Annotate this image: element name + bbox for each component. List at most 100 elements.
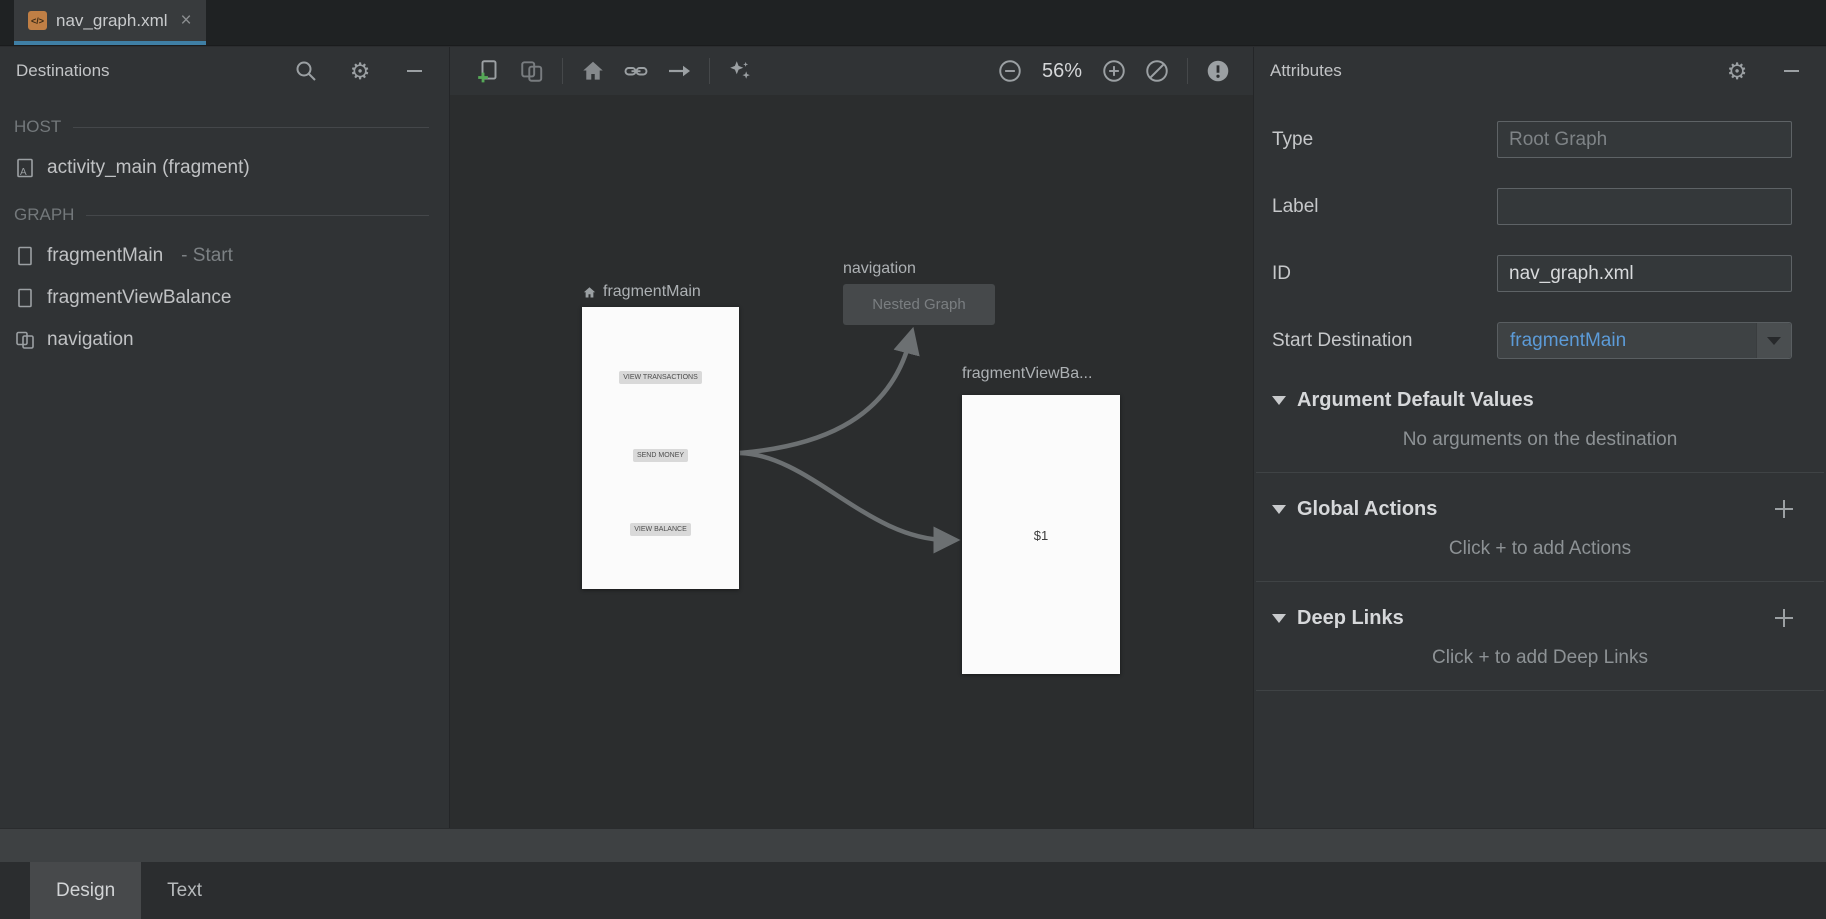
section-separator [1256,690,1824,691]
preview-button: VIEW TRANSACTIONS [619,371,702,384]
preview-button: VIEW BALANCE [630,523,691,536]
attributes-panel: Attributes ⚙ Type Label [1253,47,1826,828]
deep-links-hint: Click + to add Deep Links [1254,647,1826,669]
toolbar-separator [709,58,710,84]
zoom-to-fit-button[interactable] [1144,58,1170,84]
dest-item-navigation[interactable]: navigation [0,319,449,361]
auto-arrange-button[interactable] [727,58,753,84]
navigation-label[interactable]: navigation [843,260,916,278]
graph-section-header: GRAPH [0,195,449,235]
action-arrow-icon [666,58,692,84]
search-button[interactable] [293,58,319,84]
section-title: Argument Default Values [1297,389,1534,412]
section-rule [86,215,429,216]
tab-design[interactable]: Design [30,862,141,919]
section-global-actions[interactable]: Global Actions [1254,497,1826,521]
destinations-settings-button[interactable]: ⚙ [347,58,373,84]
id-input[interactable] [1497,255,1792,292]
destinations-panel: Destinations ⚙ HOST [0,47,450,828]
design-canvas-column: 56% [450,47,1253,828]
section-argument-defaults[interactable]: Argument Default Values [1254,389,1826,412]
minimize-icon [1784,70,1799,72]
dest-item-label: fragmentMain [47,245,163,267]
global-actions-hint: Click + to add Actions [1254,538,1826,560]
gear-icon: ⚙ [350,60,371,83]
dest-item-fragment-main[interactable]: fragmentMain - Start [0,235,449,277]
chevron-down-icon [1767,337,1781,345]
fragment-view-balance-node[interactable]: $1 [962,395,1120,674]
editor-tab-bar: </> nav_graph.xml × [0,0,1826,46]
nav-graph-surface[interactable]: fragmentMain VIEW TRANSACTIONS SEND MONE… [450,95,1253,828]
toolbar-separator [1187,58,1188,84]
editor-tab-nav-graph[interactable]: </> nav_graph.xml × [14,0,206,45]
dest-item-label: fragmentViewBalance [47,287,231,309]
svg-text:A: A [20,167,27,178]
dest-item-label: navigation [47,329,134,351]
hide-panel-button[interactable] [401,58,427,84]
main-area: Destinations ⚙ HOST [0,47,1826,828]
section-separator [1256,472,1824,473]
type-input[interactable] [1497,121,1792,158]
add-deep-link-button[interactable] [1772,606,1796,630]
start-destination-dropdown[interactable]: fragmentMain [1497,322,1792,359]
add-action-button[interactable] [1772,497,1796,521]
nested-graph-icon [519,58,545,84]
add-destination-button[interactable] [476,58,502,84]
nested-graph-node-label: Nested Graph [872,296,965,313]
xml-file-icon: </> [28,11,47,30]
zoom-out-button[interactable] [997,58,1023,84]
fragment-view-balance-title: fragmentViewBa... [962,365,1092,383]
host-section-header: HOST [0,107,449,147]
expander-icon [1272,614,1286,623]
dest-item-activity-main[interactable]: A activity_main (fragment) [0,147,449,189]
fragment-main-label[interactable]: fragmentMain [582,283,701,301]
attributes-content: Type Label ID Start Destination fragment… [1254,95,1826,691]
section-deep-links[interactable]: Deep Links [1254,606,1826,630]
id-label: ID [1272,263,1291,285]
field-id: ID [1254,255,1826,292]
attributes-settings-button[interactable]: ⚙ [1724,58,1750,84]
add-action-button-toolbar[interactable] [666,58,692,84]
preview-button: SEND MONEY [633,449,688,462]
dest-item-label: activity_main (fragment) [47,157,250,179]
warning-icon [1205,58,1231,84]
preview-balance-text: $1 [1034,528,1048,543]
issues-button[interactable] [1205,58,1231,84]
section-title: Global Actions [1297,498,1437,521]
canvas-toolbar: 56% [450,47,1253,95]
action-to-fragment-view-balance [740,453,947,540]
new-nested-graph-button[interactable] [519,58,545,84]
fragment-main-node[interactable]: VIEW TRANSACTIONS SEND MONEY VIEW BALANC… [582,307,739,589]
action-edges[interactable] [450,95,1253,828]
expander-icon [1272,396,1286,405]
zoom-out-icon [997,57,1023,85]
deep-link-button[interactable] [623,58,649,84]
field-label: Label [1254,188,1826,225]
hide-attributes-button[interactable] [1778,58,1804,84]
start-suffix: - Start [181,245,233,267]
fragment-icon [14,287,36,309]
section-rule [73,127,429,128]
dest-item-fragment-view-balance[interactable]: fragmentViewBalance [0,277,449,319]
editor-mode-bar: Design Text [0,862,1826,919]
field-type: Type [1254,121,1826,158]
tab-text[interactable]: Text [141,862,228,919]
label-label: Label [1272,196,1319,218]
nested-graph-node[interactable]: Nested Graph [843,284,995,325]
attributes-header: Attributes ⚙ [1254,47,1826,95]
fragment-view-balance-label[interactable]: fragmentViewBa... [962,365,1092,383]
set-start-destination-button[interactable] [580,58,606,84]
zoom-in-icon [1101,57,1127,85]
section-title: Deep Links [1297,607,1404,630]
tab-text-label: Text [167,880,202,902]
gear-icon: ⚙ [1727,60,1748,83]
destinations-list: HOST A activity_main (fragment) GRAPH fr… [0,95,449,361]
fragment-icon [14,245,36,267]
destinations-title: Destinations [16,61,110,81]
label-input[interactable] [1497,188,1792,225]
tab-close-icon[interactable]: × [181,11,192,30]
dropdown-arrow-zone[interactable] [1756,323,1791,358]
search-icon [294,59,318,83]
start-home-icon [582,285,597,300]
zoom-in-button[interactable] [1101,58,1127,84]
